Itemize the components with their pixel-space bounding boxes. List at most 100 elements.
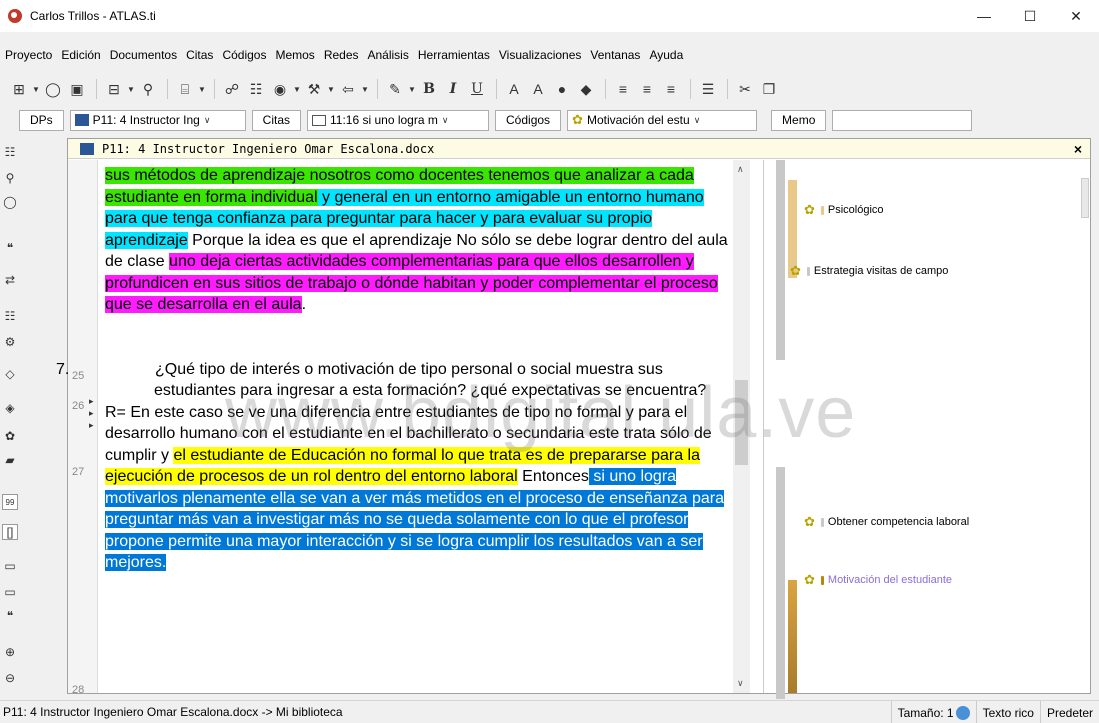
filter-code-icon[interactable]: ⚙ (2, 334, 18, 350)
code-select-value: Motivación del estu (586, 113, 690, 127)
plain-text: Entonces (517, 468, 589, 485)
citas-button[interactable]: Citas (251, 109, 302, 131)
gear-code-icon[interactable]: ✿ (2, 428, 18, 444)
document-select[interactable]: P11: 4 Instructor Ing ∨ (69, 109, 246, 131)
dps-button[interactable]: DPs (19, 109, 64, 131)
margin-code-psicologico[interactable]: ✿ Psicológico (804, 202, 884, 218)
paragraph-27: R= En este caso se ve una diferencia ent… (105, 402, 737, 574)
align-right-icon[interactable]: ≡ (660, 78, 682, 100)
line-numbers-icon[interactable]: 99 (2, 494, 18, 510)
close-window-button[interactable]: ✕ (1053, 0, 1099, 32)
menu-documentos[interactable]: Documentos (105, 48, 181, 62)
bold-icon[interactable]: B (418, 78, 440, 100)
document-text[interactable]: sus métodos de aprendizaje nosotros como… (56, 165, 745, 574)
zoom-out-icon[interactable]: ⊖ (2, 670, 18, 686)
chevron-down-icon[interactable]: ▼ (361, 85, 371, 94)
menu-ventanas[interactable]: Ventanas (585, 48, 644, 62)
eraser-icon[interactable]: ◆ (575, 78, 597, 100)
xml-icon[interactable]: ◉ (269, 78, 291, 100)
split-bottom-icon[interactable]: ▭ (2, 584, 18, 600)
menu-memos[interactable]: Memos (270, 48, 318, 62)
quote-bracket[interactable] (788, 580, 797, 693)
code-select[interactable]: ✿ Motivación del estu ∨ (567, 109, 758, 131)
chevron-down-icon: ∨ (693, 114, 701, 125)
memo-flag-icon[interactable]: ▰ (2, 452, 18, 468)
pen-icon[interactable]: ✎ (384, 78, 406, 100)
menu-edicion[interactable]: Edición (56, 48, 104, 62)
chevron-down-icon[interactable]: ▼ (127, 85, 137, 94)
list-view-icon[interactable]: ☷ (2, 144, 18, 160)
menu-analisis[interactable]: Análisis (363, 48, 413, 62)
chevron-down-icon: ∨ (441, 114, 449, 125)
menu-redes[interactable]: Redes (319, 48, 363, 62)
menu-citas[interactable]: Citas (181, 48, 217, 62)
scroll-up-icon[interactable]: ∧ (737, 164, 744, 175)
quote-select[interactable]: 11:16 si uno logra m ∨ (307, 109, 490, 131)
chevron-down-icon[interactable]: ▼ (408, 85, 418, 94)
code-color-pill (820, 517, 824, 527)
font-larger-icon[interactable]: A (503, 78, 525, 100)
navigation-bar: DPs P11: 4 Instructor Ing ∨ Citas 11:16 … (0, 108, 1099, 132)
menu-proyecto[interactable]: Proyecto (0, 48, 56, 62)
copy-icon[interactable]: ❐ (758, 78, 780, 100)
menu-herramientas[interactable]: Herramientas (413, 48, 494, 62)
codigos-button[interactable]: Códigos (495, 109, 562, 131)
save-icon[interactable]: ▣ (66, 78, 88, 100)
scrollbar-thumb[interactable] (735, 380, 748, 465)
margin-code-estrategia[interactable]: ✿ Estrategia visitas de campo (790, 263, 948, 279)
quote-bracket[interactable] (776, 160, 785, 360)
swap-icon[interactable]: ⇄ (2, 272, 18, 288)
comment-icon[interactable]: ◯ (42, 78, 64, 100)
code-icon: ✿ (572, 112, 583, 127)
zoom-in-icon[interactable]: ⊕ (2, 644, 18, 660)
code-tree-icon[interactable]: ◇ (2, 366, 18, 382)
color-icon[interactable]: ● (551, 78, 573, 100)
bracket-icon[interactable]: [] (2, 524, 18, 540)
memo-button[interactable]: Memo (771, 109, 827, 131)
code-list-icon[interactable]: ☷ (2, 308, 18, 324)
menu-visualizaciones[interactable]: Visualizaciones (494, 48, 586, 62)
menu-codigos[interactable]: Códigos (217, 48, 270, 62)
quote-bracket[interactable] (776, 467, 785, 699)
margin-code-competencia[interactable]: ✿ Obtener competencia laboral (804, 514, 969, 530)
search-icon[interactable]: ⚲ (2, 170, 18, 186)
paragraph-25 (105, 316, 745, 359)
margin-code-motivacion[interactable]: ✿ Motivación del estudiante (804, 572, 952, 588)
cut-icon[interactable]: ✂ (734, 78, 756, 100)
align-left-icon[interactable]: ≡ (612, 78, 634, 100)
chevron-down-icon[interactable]: ▼ (32, 85, 42, 94)
quote-marks-icon[interactable]: ❝ (2, 240, 18, 256)
scroll-down-icon[interactable]: ∨ (737, 678, 744, 689)
comment-icon[interactable]: ◯ (2, 194, 18, 210)
status-right: Tamaño: 1 Texto rico Predeter (890, 701, 1099, 723)
minimize-button[interactable]: — (961, 0, 1007, 32)
underline-icon[interactable]: U (466, 78, 488, 100)
new-project-icon[interactable]: ⊞ (8, 78, 30, 100)
split-top-icon[interactable]: ▭ (2, 558, 18, 574)
search-binoculars-icon[interactable]: ⚲ (137, 78, 159, 100)
open-folder-icon[interactable]: ⌸ (174, 78, 196, 100)
chevron-down-icon[interactable]: ▼ (293, 85, 303, 94)
code-tool-icon[interactable]: ☍ (221, 78, 243, 100)
code-color-pill (820, 575, 824, 585)
add-document-icon[interactable]: ⊟ (103, 78, 125, 100)
code-list-icon[interactable]: ☷ (245, 78, 267, 100)
font-smaller-icon[interactable]: A (527, 78, 549, 100)
align-center-icon[interactable]: ≡ (636, 78, 658, 100)
chevron-down-icon[interactable]: ▼ (198, 85, 208, 94)
menu-ayuda[interactable]: Ayuda (644, 48, 687, 62)
chevron-down-icon[interactable]: ▼ (327, 85, 337, 94)
italic-icon[interactable]: I (442, 78, 464, 100)
wrench-icon[interactable]: ⚒ (303, 78, 325, 100)
quote-nav-icon[interactable]: ❝ (2, 608, 18, 624)
quote-highlight-magenta[interactable]: uno deja ciertas actividades complementa… (105, 253, 718, 313)
code-color-pill (820, 205, 824, 215)
maximize-button[interactable]: ☐ (1007, 0, 1053, 32)
text-scrollbar[interactable]: ∧ ∨ (733, 160, 750, 693)
list-icon[interactable]: ☰ (697, 78, 719, 100)
margin-scrollbar[interactable] (1081, 178, 1089, 218)
close-panel-button[interactable]: × (1074, 141, 1082, 157)
memo-input[interactable] (832, 109, 973, 131)
back-arrow-icon[interactable]: ⇦ (337, 78, 359, 100)
network-icon[interactable]: ◈ (2, 400, 18, 416)
